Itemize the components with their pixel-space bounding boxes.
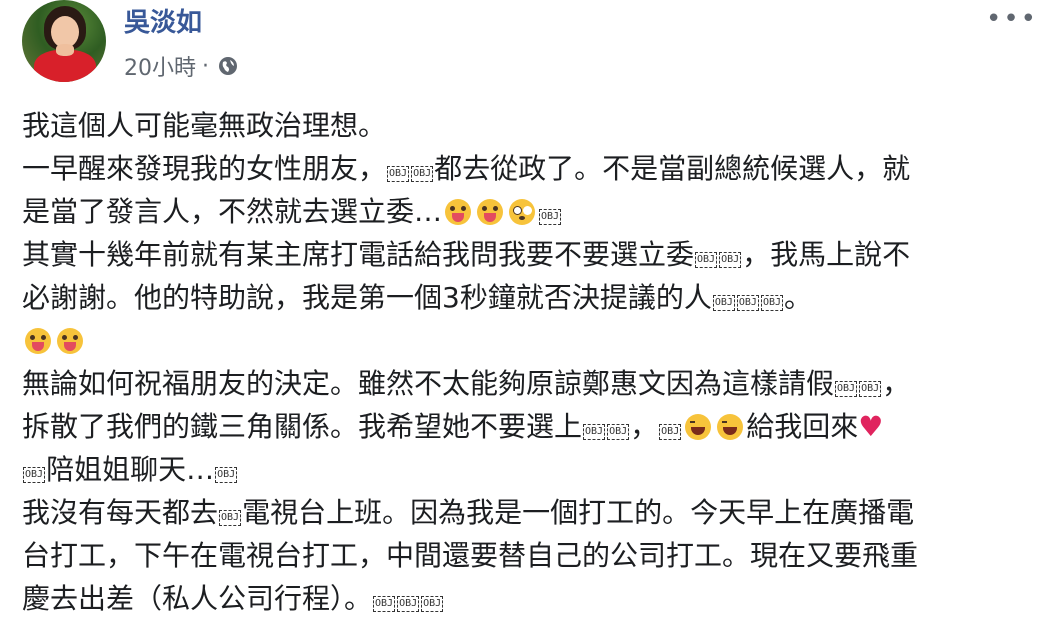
unrendered-emoji-glyph: OBJ xyxy=(387,166,410,182)
post-text: 慶去出差（私人公司行程）。 xyxy=(22,582,373,615)
unrendered-emoji-glyph: OBJ xyxy=(760,295,784,311)
post-text: 都去從政了。不是當副總統候選人，就 xyxy=(434,152,911,185)
laughing-face-emoji xyxy=(685,414,712,440)
unrendered-emoji-glyph: OBJ xyxy=(23,467,46,483)
grinning-tongue-emoji xyxy=(445,199,472,225)
post-meta: 20小時 · xyxy=(124,50,239,82)
post-text: 其實十幾年前就有某主席打電話給我問我要不要選立委 xyxy=(22,238,695,271)
grinning-tongue-emoji xyxy=(57,328,83,354)
post-line-10: 我沒有每天都去 OBJ 電視台上班。因為我是一個打工的。今天早上在廣播電 xyxy=(22,491,1042,534)
unrendered-emoji-glyph: OBJ xyxy=(421,596,444,612)
meta-separator: · xyxy=(202,53,209,79)
laughing-face-emoji xyxy=(717,414,744,440)
post-line-9: OBJ 陪姐姐聊天… OBJ xyxy=(22,448,1042,491)
unrendered-emoji-glyph: OBJ xyxy=(659,424,682,440)
post-line-6 xyxy=(22,319,1042,362)
post-text: 一早醒來發現我的女性朋友， xyxy=(22,152,387,185)
unrendered-emoji-glyph: OBJ xyxy=(719,252,742,268)
heart-icon: ♥ xyxy=(858,410,884,443)
post-text: ， xyxy=(882,367,911,400)
unrendered-emoji-glyph: OBJ xyxy=(539,209,562,225)
post-line-4: 其實十幾年前就有某主席打電話給我問我要不要選立委 OBJ OBJ ，我馬上說不 xyxy=(22,233,1042,276)
post-text: 陪姐姐聊天… xyxy=(46,453,215,486)
unrendered-emoji-glyph: OBJ xyxy=(215,467,238,483)
avatar-hands xyxy=(56,44,74,56)
post-body: 我這個人可能毫無政治理想。 一早醒來發現我的女性朋友， OBJ OBJ 都去從政了。不… xyxy=(22,104,1042,620)
unrendered-emoji-glyph: OBJ xyxy=(736,295,759,311)
post-text: 拆散了我們的鐵三角關係。我希望她不要選上 xyxy=(22,410,583,443)
post-line-12: 慶去出差（私人公司行程）。 OBJ OBJ OBJ xyxy=(22,577,1042,620)
globe-icon[interactable] xyxy=(217,55,239,77)
post-text: 我這個人可能毫無政治理想。 xyxy=(22,109,387,142)
unrendered-emoji-glyph: OBJ xyxy=(607,424,630,440)
post-line-3: 是當了發言人，不然就去選立委… OBJ xyxy=(22,190,1042,233)
unrendered-emoji-glyph: OBJ xyxy=(411,166,434,182)
unrendered-emoji-glyph: OBJ xyxy=(219,510,242,526)
post-text: 我沒有每天都去 xyxy=(22,496,219,529)
author-name[interactable]: 吳淡如 xyxy=(124,2,202,39)
post-text: 必謝謝。他的特助說，我是第一個3秒鐘就否決提議的人 xyxy=(22,281,712,314)
unrendered-emoji-glyph: OBJ xyxy=(712,295,735,311)
post-line-7: 無論如何祝福朋友的決定。雖然不太能夠原諒鄭惠文因為這樣請假 OBJ OBJ， xyxy=(22,362,1042,405)
post-text: 是當了發言人，不然就去選立委… xyxy=(22,195,443,228)
grinning-tongue-emoji xyxy=(25,328,51,354)
unrendered-emoji-glyph: OBJ xyxy=(859,381,882,397)
post-line-2: 一早醒來發現我的女性朋友， OBJ OBJ 都去從政了。不是當副總統候選人，就 xyxy=(22,147,1042,190)
post-line-11: 台打工，下午在電視台打工，中間還要替自己的公司打工。現在又要飛重 xyxy=(22,534,1042,577)
more-options-icon[interactable]: ••• xyxy=(986,4,1038,34)
grinning-tongue-emoji xyxy=(477,199,504,225)
unrendered-emoji-glyph: OBJ xyxy=(397,596,420,612)
post-text: 。 xyxy=(784,281,813,314)
post-text: 給我回來 xyxy=(746,410,859,443)
unrendered-emoji-glyph: OBJ xyxy=(583,424,606,440)
post-timestamp[interactable]: 20小時 xyxy=(124,50,196,82)
unrendered-emoji-glyph: OBJ xyxy=(695,252,718,268)
post-text: ，我馬上說不 xyxy=(742,238,911,271)
post-line-8: 拆散了我們的鐵三角關係。我希望她不要選上 OBJ OBJ， OBJ 給我回來♥ xyxy=(22,405,1042,448)
post-text: 台打工，下午在電視台打工，中間還要替自己的公司打工。現在又要飛重 xyxy=(22,539,919,572)
profile-avatar[interactable] xyxy=(22,0,106,82)
post-text: 無論如何祝福朋友的決定。雖然不太能夠原諒鄭惠文因為這樣請假 xyxy=(22,367,835,400)
post-text: ， xyxy=(630,410,659,443)
post-line-5: 必謝謝。他的特助說，我是第一個3秒鐘就否決提議的人 OBJ OBJ OBJ。 xyxy=(22,276,1042,319)
flushed-face-emoji xyxy=(509,199,536,225)
unrendered-emoji-glyph: OBJ xyxy=(373,596,396,612)
post-line-1: 我這個人可能毫無政治理想。 xyxy=(22,104,1042,147)
post-text: 電視台上班。因為我是一個打工的。今天早上在廣播電 xyxy=(242,496,915,529)
unrendered-emoji-glyph: OBJ xyxy=(835,381,858,397)
